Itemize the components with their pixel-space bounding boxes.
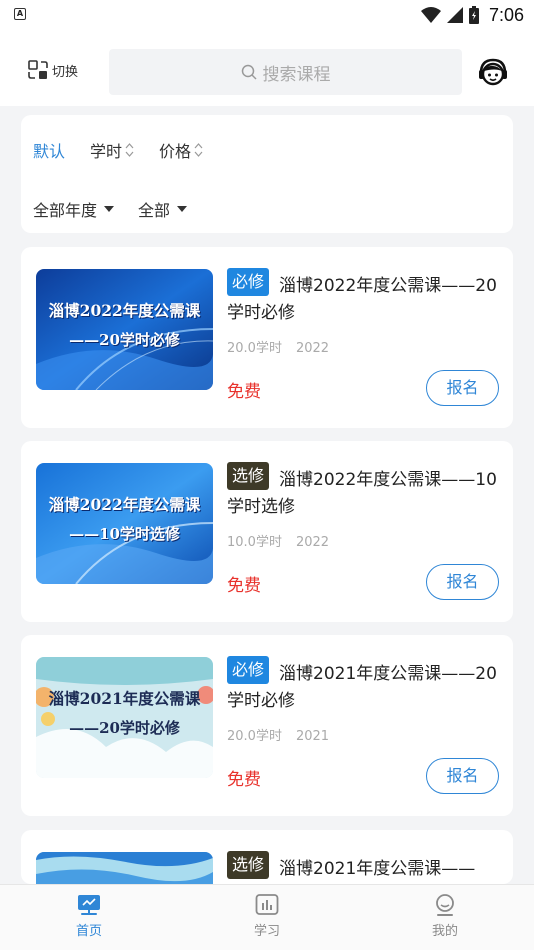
app-notification-icon: A [14,8,26,20]
course-thumbnail: 淄博2021年度公需课 ——20学时必修 [36,657,213,778]
course-thumbnail: 淄博2022年度公需课 ——20学时必修 [36,269,213,390]
search-icon [241,64,257,80]
year-dropdown[interactable]: 全部年度 [33,197,115,221]
filter-panel: 默认 学时 价格 全部年度 全部 [21,115,513,233]
wifi-icon [420,7,441,23]
course-card[interactable]: 淄博2021年度公需课—— 选修 [21,830,513,884]
course-hours: 20.0学时 [227,341,282,356]
type-dropdown[interactable]: 全部 [138,197,188,221]
customer-service-button[interactable] [477,56,509,88]
nav-study[interactable]: 学习 [222,893,312,939]
nav-profile-label: 我的 [431,924,458,939]
dropdown-arrow-icon [177,206,188,212]
type-dropdown-label: 全部 [138,201,171,220]
course-meta: 20.0学时 2021 [227,725,343,744]
course-meta: 20.0学时 2022 [227,337,343,356]
sort-default-label: 默认 [33,142,66,161]
status-indicators: 7:06 [420,4,524,26]
study-chart-icon [255,894,279,915]
thumbnail-title: 淄博2022年度公需课 [48,495,201,514]
thumbnail-background [36,852,213,884]
thumbnail-subtitle: ——10学时选修 [69,525,180,543]
search-placeholder: 搜索课程 [262,64,331,85]
nav-profile[interactable]: 我的 [400,893,490,939]
sort-hours-label: 学时 [90,142,123,161]
nav-study-label: 学习 [253,924,280,939]
bottom-navigation: 首页 学习 我的 [0,884,534,950]
thumbnail-subtitle: ——20学时必修 [69,719,180,737]
nav-home-label: 首页 [75,924,102,939]
thumbnail-title: 淄博2022年度公需课 [48,301,201,320]
required-tag: 必修 [227,268,270,296]
elective-tag: 选修 [227,851,270,879]
course-year: 2022 [295,535,330,550]
home-board-icon [78,895,100,915]
course-hours: 10.0学时 [227,535,282,550]
battery-icon [468,6,479,24]
switch-button[interactable]: 切换 [28,60,78,80]
course-meta: 10.0学时 2022 [227,531,343,550]
course-price: 免费 [227,770,261,790]
thumbnail-title: 淄博2021年度公需课 [48,689,201,708]
sort-hours[interactable]: 学时 [90,138,134,162]
sort-price-label: 价格 [159,142,192,161]
year-dropdown-label: 全部年度 [33,201,98,220]
course-card[interactable]: 淄博2022年度公需课 ——10学时选修 淄博2022年度公需课 ——10学时选修… [21,441,513,622]
switch-icon [28,60,48,79]
status-bar: A 7:06 [0,0,534,30]
headset-avatar-icon [479,58,507,86]
enroll-button[interactable]: 报名 [426,564,499,600]
required-tag: 必修 [227,656,270,684]
elective-tag: 选修 [227,462,270,490]
course-card[interactable]: 淄博2021年度公需课 ——20学时必修 淄博2021年度公需课 ——20学时必修… [21,635,513,816]
profile-icon [436,894,454,916]
sort-caret-icon [194,143,203,157]
signal-icon [446,7,463,23]
course-thumbnail [36,852,213,884]
sort-default[interactable]: 默认 [33,138,65,162]
course-thumbnail: 淄博2022年度公需课 ——10学时选修 [36,463,213,584]
clock: 7:06 [488,4,524,25]
course-year: 2022 [295,341,330,356]
sort-caret-icon [125,143,134,157]
nav-home[interactable]: 首页 [44,893,134,939]
search-input[interactable]: 搜索课程 [109,49,462,95]
course-price: 免费 [227,576,261,596]
sort-price[interactable]: 价格 [159,138,203,162]
course-year: 2021 [295,729,330,744]
course-card[interactable]: 淄博2022年度公需课 ——20学时必修 淄博2022年度公需课 ——20学时必修… [21,247,513,428]
dropdown-arrow-icon [104,206,115,212]
top-header: 切换 搜索课程 [0,30,534,106]
course-price: 免费 [227,382,261,402]
enroll-button[interactable]: 报名 [426,370,499,406]
switch-label: 切换 [52,64,79,80]
course-hours: 20.0学时 [227,729,282,744]
enroll-button[interactable]: 报名 [426,758,499,794]
thumbnail-subtitle: ——20学时必修 [69,331,180,349]
